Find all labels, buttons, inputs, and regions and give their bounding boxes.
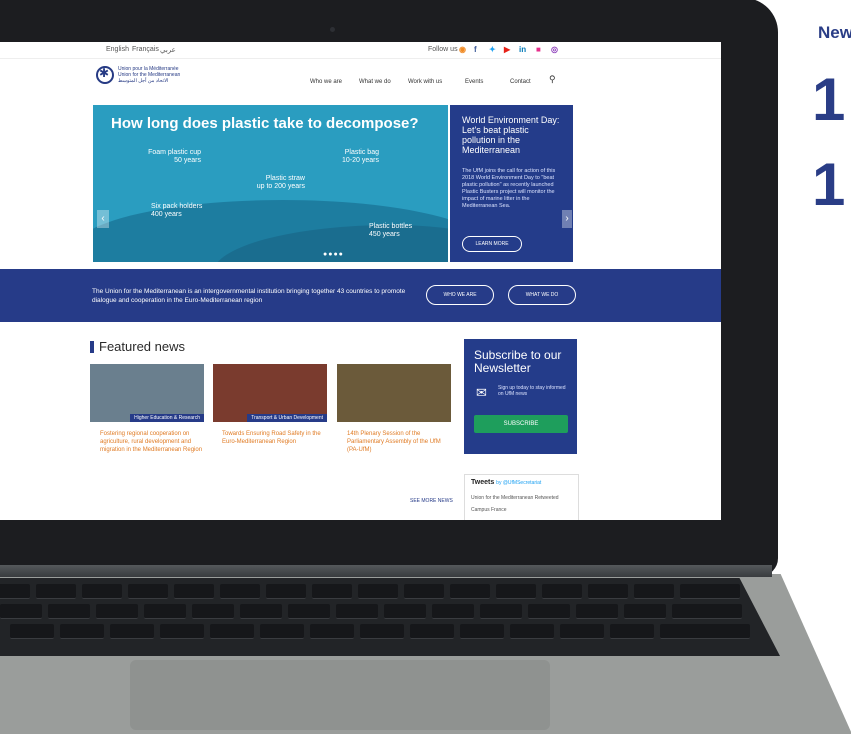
follow-label: Follow us xyxy=(428,46,458,53)
news-card-title[interactable]: Towards Ensuring Road Safety in the Euro… xyxy=(222,430,327,446)
tweet-line: Campus France xyxy=(471,507,507,513)
hero-item-label: Foam plastic cup xyxy=(148,149,201,156)
big-digit: 1 xyxy=(812,151,846,218)
nav-work-with-us[interactable]: Work with us xyxy=(408,79,442,85)
hero-item-value: 400 years xyxy=(151,211,182,218)
nav-events[interactable]: Events xyxy=(465,79,483,85)
camera-icon xyxy=(330,27,335,32)
logo-text[interactable]: Union pour la Méditerranée Union for the… xyxy=(118,66,198,84)
side-panel-text: The UfM joins the call for action of thi… xyxy=(462,168,556,209)
facebook-icon[interactable]: f xyxy=(474,45,477,54)
hero-item-label: Plastic straw xyxy=(265,175,305,182)
featured-news-heading: Featured news xyxy=(99,339,185,354)
see-more-news-link[interactable]: SEE MORE NEWS xyxy=(410,498,453,504)
big-digit: 1 xyxy=(812,66,846,133)
news-card-image[interactable]: Higher Education & Research xyxy=(90,364,204,422)
lang-french[interactable]: Français xyxy=(132,46,159,53)
news-heading: New xyxy=(818,23,851,42)
top-bar: English Français عربي Follow us ◉ f ✦ ▶ … xyxy=(0,42,721,59)
envelope-icon: ✉ xyxy=(476,385,487,400)
tweets-widget[interactable]: Tweets by @UfMSecretariat Union for the … xyxy=(464,474,579,520)
who-we-are-button[interactable]: WHO WE ARE xyxy=(426,285,494,305)
hero-item-straw: Plastic straw up to 200 years xyxy=(233,175,305,191)
youtube-icon[interactable]: ▶ xyxy=(504,45,510,54)
hero-item-foam-cup: Foam plastic cup 50 years xyxy=(129,149,201,165)
hero-pagination-dots[interactable]: ●●●● xyxy=(323,251,344,258)
instagram-icon[interactable]: ◎ xyxy=(551,45,558,54)
hero-item-value: 50 years xyxy=(174,157,201,164)
browser-screen: English Français عربي Follow us ◉ f ✦ ▶ … xyxy=(0,42,721,520)
news-card-tag: Transport & Urban Development xyxy=(247,414,327,422)
subscribe-button[interactable]: SUBSCRIBE xyxy=(474,415,568,433)
search-icon[interactable]: ⚲ xyxy=(549,74,556,85)
mission-band: The Union for the Mediterranean is an in… xyxy=(0,269,721,322)
hero-side-panel: World Environment Day: Let's beat plasti… xyxy=(450,105,573,262)
nav-what-we-do[interactable]: What we do xyxy=(359,79,391,85)
hero-item-plastic-bag: Plastic bag 10-20 years xyxy=(313,149,379,165)
learn-more-button[interactable]: LEARN MORE xyxy=(462,236,522,252)
featured-accent xyxy=(90,341,94,353)
hero-item-six-pack: Six pack holders 400 years xyxy=(151,203,231,219)
ufm-logo-icon[interactable] xyxy=(96,66,114,84)
keyboard xyxy=(0,578,780,656)
twitter-icon[interactable]: ✦ xyxy=(489,45,496,54)
hero-item-label: Plastic bag xyxy=(344,149,379,156)
mission-text: The Union for the Mediterranean is an in… xyxy=(92,288,406,304)
tweet-line: Union for the Mediterranean Retweeted xyxy=(471,495,559,501)
rss-icon[interactable]: ◉ xyxy=(459,45,466,54)
nav-who-we-are[interactable]: Who we are xyxy=(310,79,342,85)
newsletter-text: Sign up today to stay informed on UfM ne… xyxy=(498,385,566,397)
hero-item-value: up to 200 years xyxy=(256,183,305,190)
linkedin-icon[interactable]: in xyxy=(519,45,526,54)
hero-item-value: 450 years xyxy=(369,231,400,238)
hero-prev-arrow-icon[interactable]: ‹ xyxy=(97,210,109,228)
laptop-hinge xyxy=(0,565,772,577)
lang-arabic[interactable]: عربي xyxy=(160,46,176,54)
nav-contact[interactable]: Contact xyxy=(510,79,531,85)
news-card-title[interactable]: Fostering regional cooperation on agricu… xyxy=(100,430,205,454)
tweets-label: Tweets xyxy=(471,479,495,486)
lang-english[interactable]: English xyxy=(106,46,129,53)
hero-item-value: 10-20 years xyxy=(342,157,379,164)
hero-slider[interactable]: How long does plastic take to decompose?… xyxy=(93,105,448,262)
hero-item-label: Six pack holders xyxy=(151,203,203,210)
tweets-title: Tweets by @UfMSecretariat xyxy=(471,479,541,486)
tweets-handle[interactable]: by @UfMSecretariat xyxy=(496,480,541,486)
hero-next-arrow-icon[interactable]: › xyxy=(562,210,572,228)
main-nav: Union pour la Méditerranée Union for the… xyxy=(0,58,721,92)
newsletter-title: Subscribe to our Newsletter xyxy=(474,348,562,375)
news-card-image[interactable]: Transport & Urban Development xyxy=(213,364,327,422)
flickr-icon[interactable]: ■ xyxy=(536,45,541,54)
newsletter-box: Subscribe to our Newsletter ✉ Sign up to… xyxy=(464,339,577,454)
hero-item-bottles: Plastic bottles 450 years xyxy=(369,223,429,239)
news-card-tag: Higher Education & Research xyxy=(130,414,204,422)
side-panel-title[interactable]: World Environment Day: Let's beat plasti… xyxy=(462,115,564,155)
hero-item-label: Plastic bottles xyxy=(369,223,413,230)
what-we-do-button[interactable]: WHAT WE DO xyxy=(508,285,576,305)
news-card-image[interactable] xyxy=(337,364,451,422)
news-card-title[interactable]: 14th Plenary Session of the Parliamentar… xyxy=(347,430,452,454)
hero-title: How long does plastic take to decompose? xyxy=(111,115,419,132)
logo-text-ar: الاتحاد من أجل المتوسط xyxy=(118,78,169,84)
